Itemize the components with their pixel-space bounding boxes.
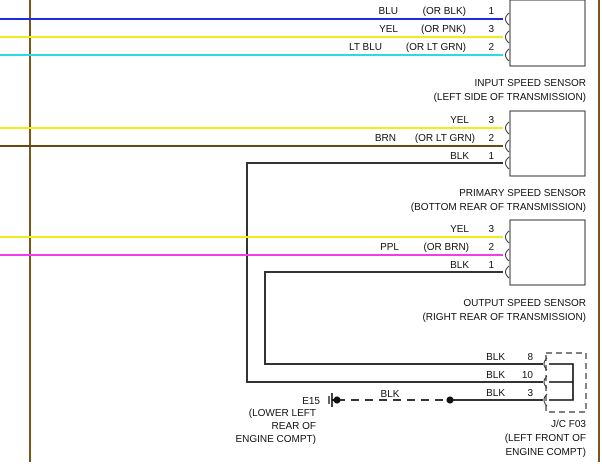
output-wire-2-color: PPL bbox=[380, 242, 399, 253]
input-wire-2-color: LT BLU bbox=[349, 42, 382, 53]
primary-sensor-location: (BOTTOM REAR OF TRANSMISSION) bbox=[411, 202, 586, 213]
primary-connector-3 bbox=[505, 121, 510, 135]
speed-sensor-circuit: BLU (OR BLK) 1 YEL (OR PNK) 3 LT BLU (OR… bbox=[0, 0, 600, 462]
output-wire-3-pin: 3 bbox=[488, 224, 494, 235]
primary-wire-3-color: YEL bbox=[450, 115, 469, 126]
input-speed-sensor-box bbox=[509, 0, 586, 67]
output-sensor-location: (RIGHT REAR OF TRANSMISSION) bbox=[422, 312, 586, 323]
output-wire-1-pin: 1 bbox=[488, 260, 494, 271]
primary-wire-3-pin: 3 bbox=[488, 115, 494, 126]
output-wire-3-color: YEL bbox=[450, 224, 469, 235]
input-connector-1 bbox=[505, 12, 510, 26]
junction-wire-8-pin: 8 bbox=[527, 352, 533, 363]
primary-sensor-name: PRIMARY SPEED SENSOR bbox=[459, 188, 586, 199]
primary-speed-sensor-group: YEL 3 BRN (OR LT GRN) 2 BLK 1 PRIMARY SP… bbox=[0, 110, 586, 383]
input-sensor-location: (LEFT SIDE OF TRANSMISSION) bbox=[434, 92, 586, 103]
output-sensor-name: OUTPUT SPEED SENSOR bbox=[463, 298, 586, 309]
junction-wire-10-color: BLK bbox=[486, 370, 505, 381]
wire-splice-dot bbox=[446, 396, 454, 404]
input-sensor-name: INPUT SPEED SENSOR bbox=[474, 78, 586, 89]
primary-wire-2-pin: 2 bbox=[488, 133, 494, 144]
input-wire-1-alt: (OR BLK) bbox=[423, 6, 466, 17]
input-wire-2-alt: (OR LT GRN) bbox=[406, 42, 466, 53]
primary-wire-1-color: BLK bbox=[450, 151, 469, 162]
output-wire-2-alt: (OR BRN) bbox=[423, 242, 469, 253]
output-speed-sensor-group: YEL 3 PPL (OR BRN) 2 BLK 1 OUTPUT SPEED … bbox=[0, 219, 586, 365]
primary-wire-2-alt: (OR LT GRN) bbox=[415, 133, 475, 144]
output-connector-1 bbox=[505, 265, 510, 279]
junction-wire-3-color: BLK bbox=[486, 388, 505, 399]
junction-location-1: (LEFT FRONT OF bbox=[505, 433, 586, 444]
junction-location-2: ENGINE COMPT) bbox=[505, 447, 586, 458]
junction-wire-3-pin: 3 bbox=[527, 388, 533, 399]
input-speed-sensor-group: BLU (OR BLK) 1 YEL (OR PNK) 3 LT BLU (OR… bbox=[0, 0, 586, 103]
junction-name: J/C F03 bbox=[551, 419, 586, 430]
wiring-diagram: BLU (OR BLK) 1 YEL (OR PNK) 3 LT BLU (OR… bbox=[0, 0, 602, 462]
ground-location-3: ENGINE COMPT) bbox=[235, 434, 316, 445]
input-wire-3-color: YEL bbox=[379, 24, 398, 35]
junction-wire-10-pin: 10 bbox=[522, 370, 534, 381]
input-wire-1-pin: 1 bbox=[488, 6, 494, 17]
output-wire-1-color: BLK bbox=[450, 260, 469, 271]
input-wire-1-color: BLU bbox=[379, 6, 398, 17]
ground-wire-label: BLK bbox=[381, 389, 400, 400]
input-connector-2 bbox=[505, 48, 510, 62]
input-connector-3 bbox=[505, 30, 510, 44]
ground-and-junction-group: E15 (LOWER LEFT REAR OF ENGINE COMPT) BL… bbox=[235, 352, 587, 458]
primary-wire-1-pin: 1 bbox=[488, 151, 494, 162]
ground-id: E15 bbox=[302, 396, 320, 407]
output-wire-2-pin: 2 bbox=[488, 242, 494, 253]
input-wire-2-pin: 2 bbox=[488, 42, 494, 53]
ground-symbol-icon bbox=[328, 393, 337, 407]
ground-location-1: (LOWER LEFT bbox=[249, 408, 316, 419]
primary-connector-1 bbox=[505, 156, 510, 170]
input-wire-3-alt: (OR PNK) bbox=[421, 24, 466, 35]
output-connector-2 bbox=[505, 248, 510, 262]
output-speed-sensor-box bbox=[509, 219, 586, 286]
output-connector-3 bbox=[505, 230, 510, 244]
primary-connector-2 bbox=[505, 139, 510, 153]
primary-wire-2-color: BRN bbox=[375, 133, 396, 144]
primary-speed-sensor-box bbox=[509, 110, 586, 177]
ground-location-2: REAR OF bbox=[272, 421, 316, 432]
junction-wire-8-color: BLK bbox=[486, 352, 505, 363]
input-wire-3-pin: 3 bbox=[488, 24, 494, 35]
